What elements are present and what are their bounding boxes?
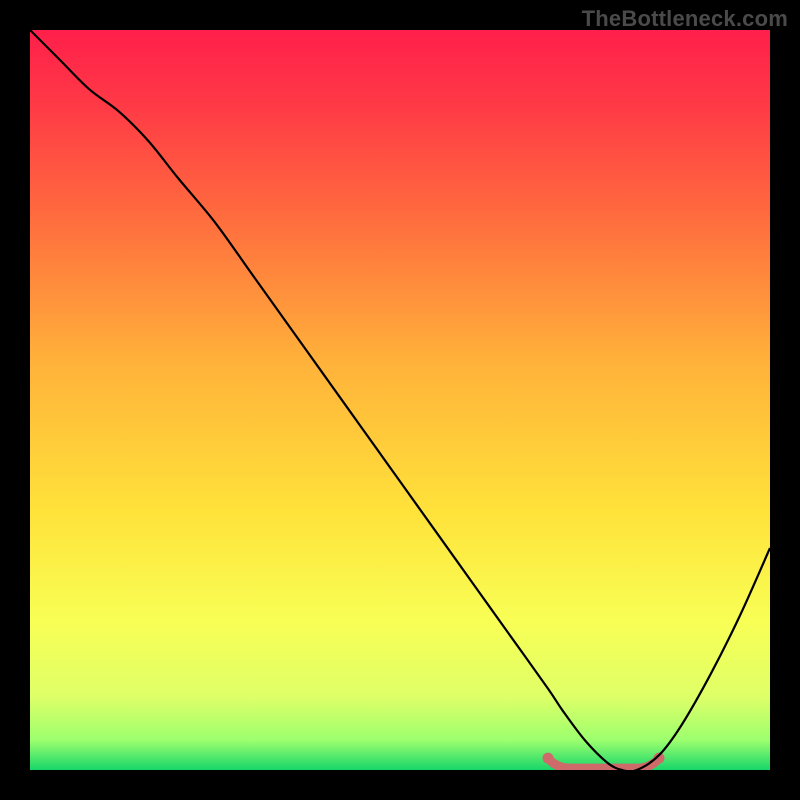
watermark-text: TheBottleneck.com [582, 6, 788, 32]
gradient-background [30, 30, 770, 770]
optimal-range-start-dot [543, 753, 554, 764]
chart-frame: TheBottleneck.com [0, 0, 800, 800]
plot-svg [30, 30, 770, 770]
plot-area [30, 30, 770, 770]
